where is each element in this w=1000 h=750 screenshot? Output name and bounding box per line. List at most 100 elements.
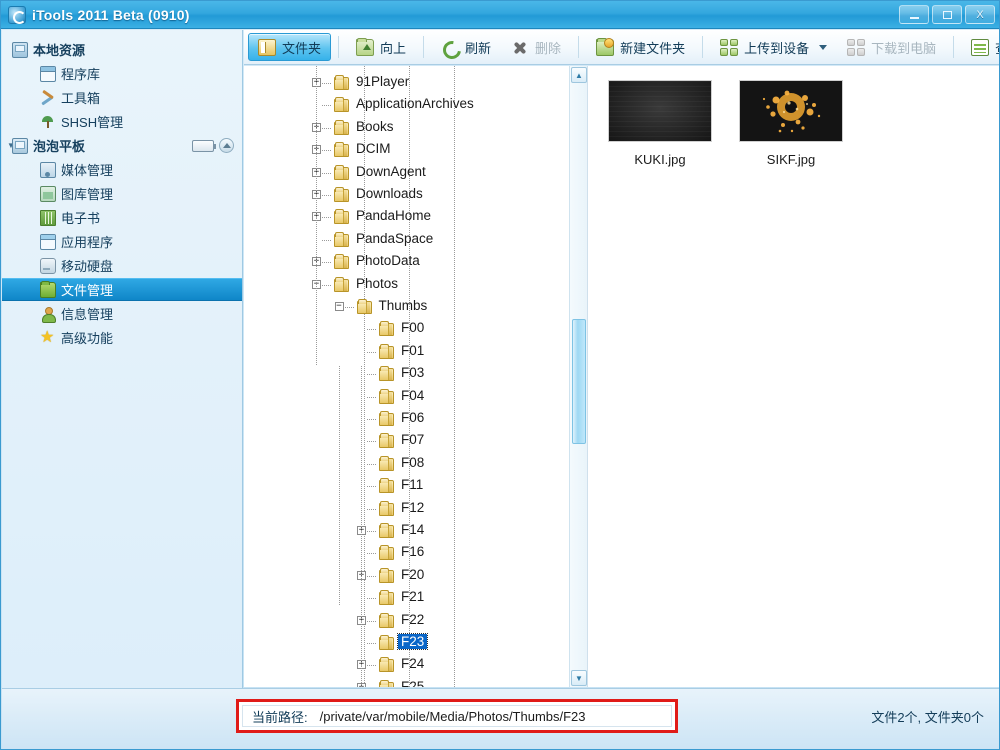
scrollbar-thumb[interactable] xyxy=(572,319,586,444)
close-button[interactable]: X xyxy=(965,5,995,24)
tree-node-label[interactable]: 91Player xyxy=(356,74,409,89)
maximize-button[interactable] xyxy=(932,5,962,24)
tree-node-label[interactable]: F06 xyxy=(401,410,424,425)
tree-node[interactable]: +F24 xyxy=(244,654,570,676)
chevron-down-icon[interactable] xyxy=(819,44,828,50)
tree-vertical-scrollbar[interactable]: ▲ ▼ xyxy=(569,66,587,687)
file-tile[interactable]: SIKF.jpg xyxy=(731,80,851,167)
tree-node[interactable]: +F14 xyxy=(244,520,570,542)
sidebar-item-12[interactable]: 高级功能 xyxy=(2,326,242,349)
tree-node[interactable]: +F22 xyxy=(244,610,570,632)
tree-node-label[interactable]: PandaSpace xyxy=(356,231,433,246)
sidebar-item-10[interactable]: 文件管理 xyxy=(2,278,242,301)
sidebar-item-5[interactable]: 媒体管理 xyxy=(2,158,242,181)
tree-node-label[interactable]: F21 xyxy=(401,589,424,604)
file-tile[interactable]: KUKI.jpg xyxy=(600,80,720,167)
tree-node[interactable]: F11 xyxy=(244,475,570,497)
toolbar-button-4[interactable]: 新建文件夹 xyxy=(586,33,695,61)
tree-node[interactable]: F16 xyxy=(244,542,570,564)
eject-icon[interactable] xyxy=(219,138,234,153)
tree-node-label[interactable]: Books xyxy=(356,119,394,134)
sidebar-item-4[interactable]: ▼ 泡泡平板 xyxy=(2,134,242,157)
tree-node-label[interactable]: F14 xyxy=(401,522,424,537)
tree-node[interactable]: +Books xyxy=(244,117,570,139)
tree-node-label[interactable]: PhotoData xyxy=(356,253,420,268)
sidebar-item-9[interactable]: 移动硬盘 xyxy=(2,254,242,277)
toolbar-button-0[interactable]: 文件夹 xyxy=(248,33,332,61)
tree-node-label[interactable]: F23 xyxy=(396,633,429,650)
tree-node[interactable]: F21 xyxy=(244,587,570,609)
folder-icon xyxy=(334,97,349,113)
minimize-button[interactable] xyxy=(899,5,929,24)
tree-node-label[interactable]: F07 xyxy=(401,432,424,447)
sidebar-item-3[interactable]: SHSH管理 xyxy=(2,110,242,133)
tree-node[interactable]: +DownAgent xyxy=(244,162,570,184)
sidebar-item-2[interactable]: 工具箱 xyxy=(2,86,242,109)
tree-node-label[interactable]: PandaHome xyxy=(356,208,431,223)
tree-node-label[interactable]: F11 xyxy=(401,477,423,492)
sidebar-item-6[interactable]: 图库管理 xyxy=(2,182,242,205)
current-path-field[interactable]: 当前路径: /private/var/mobile/Media/Photos/T… xyxy=(242,705,672,727)
tree-node[interactable]: F03 xyxy=(244,363,570,385)
tree-node-label[interactable]: F22 xyxy=(401,612,424,627)
file-list-pane[interactable]: KUKI.jpg SIKF.jpg xyxy=(588,66,999,687)
tree-node[interactable]: F07 xyxy=(244,430,570,452)
tree-node[interactable]: +Downloads xyxy=(244,184,570,206)
tree-node-label[interactable]: Thumbs xyxy=(379,298,428,313)
tree-node-label[interactable]: DownAgent xyxy=(356,164,426,179)
download-grid-icon xyxy=(847,38,866,56)
window-icon xyxy=(40,65,56,82)
toolbar: 文件夹 向上 刷新 删除 新建文件夹 上传到设备 下载到电脑 查看 xyxy=(244,30,999,65)
tree-node-label[interactable]: Downloads xyxy=(356,186,423,201)
tree-node-label[interactable]: F16 xyxy=(401,544,424,559)
tree-node[interactable]: +F25 xyxy=(244,677,570,687)
tree-node[interactable]: ApplicationArchives xyxy=(244,94,570,116)
tree-node-label[interactable]: F25 xyxy=(401,679,424,687)
tree-node-label[interactable]: F24 xyxy=(401,656,424,671)
sidebar-item-11[interactable]: 信息管理 xyxy=(2,302,242,325)
folder-tree[interactable]: +91PlayerApplicationArchives+Books+DCIM+… xyxy=(244,66,570,687)
sidebar-item-1[interactable]: 程序库 xyxy=(2,62,242,85)
folder-tree-pane[interactable]: +91PlayerApplicationArchives+Books+DCIM+… xyxy=(244,66,588,687)
tree-node[interactable]: +PhotoData xyxy=(244,251,570,273)
tree-node[interactable]: F00 xyxy=(244,318,570,340)
tree-node[interactable]: − Thumbs xyxy=(244,296,570,318)
tree-node[interactable]: −Photos xyxy=(244,274,570,296)
tree-node[interactable]: F06 xyxy=(244,408,570,430)
tree-node-label[interactable]: ApplicationArchives xyxy=(356,96,474,111)
tree-node[interactable]: F12 xyxy=(244,498,570,520)
folder-icon xyxy=(379,433,394,449)
tree-node[interactable]: F08 xyxy=(244,453,570,475)
toolbar-button-1[interactable]: 向上 xyxy=(346,33,416,61)
toolbar-button-5[interactable]: 上传到设备 xyxy=(710,33,837,61)
tree-node[interactable]: +91Player xyxy=(244,72,570,94)
tree-node-label[interactable]: DCIM xyxy=(356,141,391,156)
tree-node[interactable]: F23 xyxy=(244,632,570,654)
tree-node[interactable]: F04 xyxy=(244,386,570,408)
gallery-icon xyxy=(40,185,56,202)
sidebar-item-0[interactable]: 本地资源 xyxy=(2,38,242,61)
tree-connector xyxy=(367,396,377,398)
tree-node-label[interactable]: F08 xyxy=(401,455,424,470)
tree-node-label[interactable]: F03 xyxy=(401,365,424,380)
toolbar-button-7[interactable]: 查看 xyxy=(961,33,999,61)
tree-node[interactable]: +PandaHome xyxy=(244,206,570,228)
tree-node[interactable]: +DCIM xyxy=(244,139,570,161)
scroll-down-arrow[interactable]: ▼ xyxy=(571,670,587,686)
scroll-up-arrow[interactable]: ▲ xyxy=(571,67,587,83)
tree-node-label[interactable]: Photos xyxy=(356,276,398,291)
folder-icon xyxy=(379,657,394,673)
sidebar-item-8[interactable]: 应用程序 xyxy=(2,230,242,253)
toolbar-button-2[interactable]: 刷新 xyxy=(431,33,501,61)
tree-node-label[interactable]: F00 xyxy=(401,320,424,335)
tree-node-label[interactable]: F01 xyxy=(401,343,424,358)
collapse-icon[interactable]: − xyxy=(334,302,344,311)
tree-node-label[interactable]: F12 xyxy=(401,500,424,515)
tree-node[interactable]: F01 xyxy=(244,341,570,363)
sidebar-item-7[interactable]: 电子书 xyxy=(2,206,242,229)
tree-node-label[interactable]: F20 xyxy=(401,567,424,582)
tree-node-label[interactable]: F04 xyxy=(401,388,424,403)
tree-node[interactable]: +F20 xyxy=(244,565,570,587)
tree-node[interactable]: PandaSpace xyxy=(244,229,570,251)
sidebar-item-label: 媒体管理 xyxy=(61,163,114,178)
